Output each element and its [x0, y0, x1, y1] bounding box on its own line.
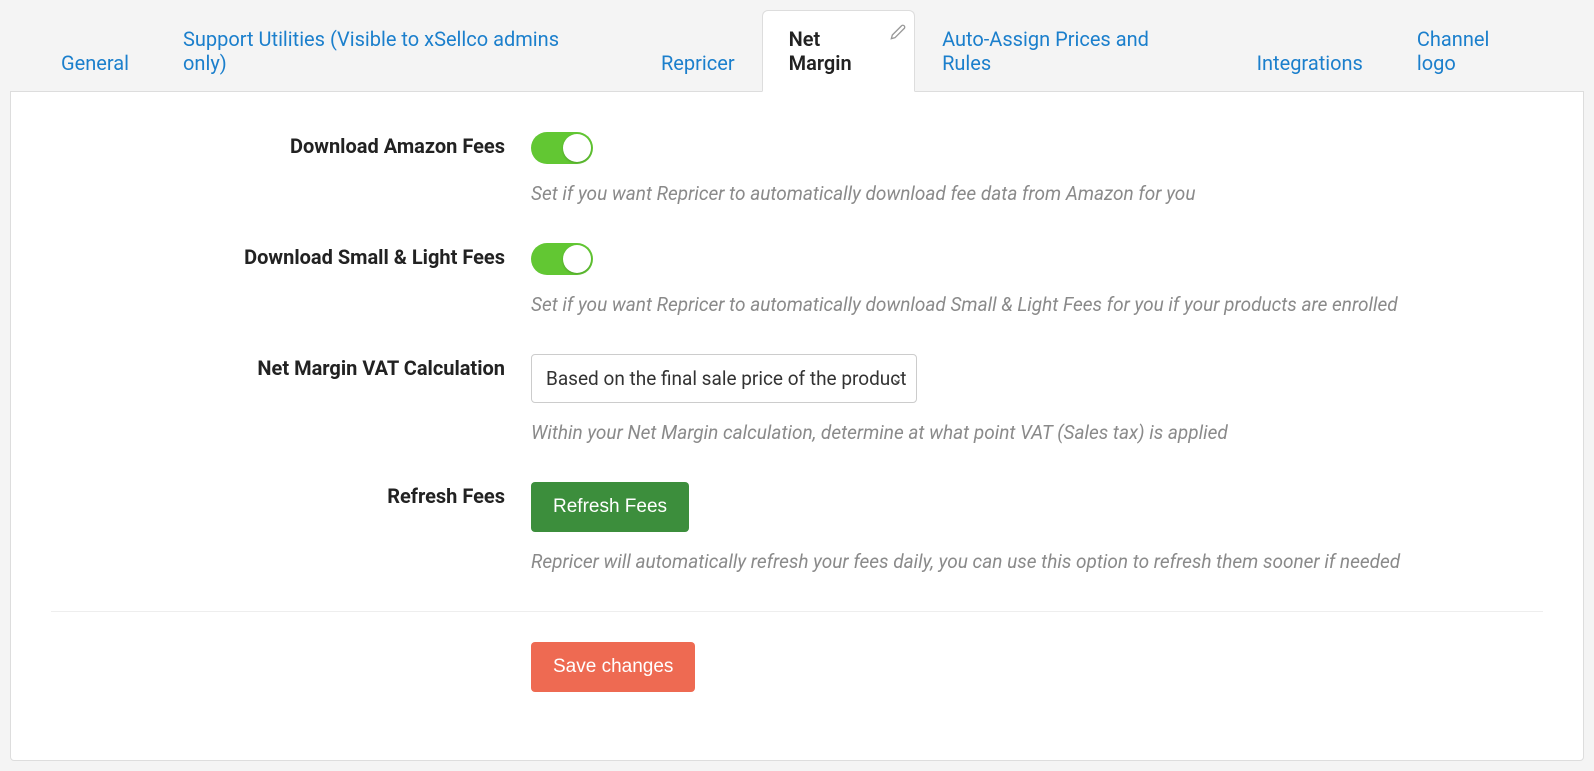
- settings-panel: Download Amazon Fees Set if you want Rep…: [10, 91, 1584, 761]
- download-amazon-fees-label: Download Amazon Fees: [51, 132, 531, 158]
- tab-integrations[interactable]: Integrations: [1230, 34, 1390, 91]
- tab-support-utilities[interactable]: Support Utilities (Visible to xSellco ad…: [156, 10, 634, 91]
- refresh-fees-help: Repricer will automatically refresh your…: [531, 550, 1543, 573]
- divider: [51, 611, 1543, 612]
- download-amazon-fees-help: Set if you want Repricer to automaticall…: [531, 182, 1543, 205]
- tab-channel-logo[interactable]: Channel logo: [1390, 10, 1560, 91]
- download-amazon-fees-toggle[interactable]: [531, 132, 593, 164]
- tab-net-margin[interactable]: Net Margin: [762, 10, 915, 92]
- save-button[interactable]: Save changes: [531, 642, 695, 692]
- vat-calc-select[interactable]: Based on the final sale price of the pro…: [531, 354, 917, 403]
- refresh-fees-button[interactable]: Refresh Fees: [531, 482, 689, 532]
- download-small-light-label: Download Small & Light Fees: [51, 243, 531, 269]
- toggle-knob: [563, 245, 591, 273]
- edit-icon[interactable]: [890, 21, 906, 45]
- tab-repricer[interactable]: Repricer: [634, 34, 762, 91]
- tab-net-margin-label: Net Margin: [789, 27, 852, 75]
- vat-calc-help: Within your Net Margin calculation, dete…: [531, 421, 1543, 444]
- download-small-light-help: Set if you want Repricer to automaticall…: [531, 293, 1543, 316]
- vat-calc-label: Net Margin VAT Calculation: [51, 354, 531, 380]
- download-small-light-toggle[interactable]: [531, 243, 593, 275]
- tab-auto-assign[interactable]: Auto-Assign Prices and Rules: [915, 10, 1230, 91]
- tabs-bar: General Support Utilities (Visible to xS…: [10, 10, 1584, 91]
- refresh-fees-label: Refresh Fees: [51, 482, 531, 508]
- tab-general[interactable]: General: [34, 34, 156, 91]
- toggle-knob: [563, 134, 591, 162]
